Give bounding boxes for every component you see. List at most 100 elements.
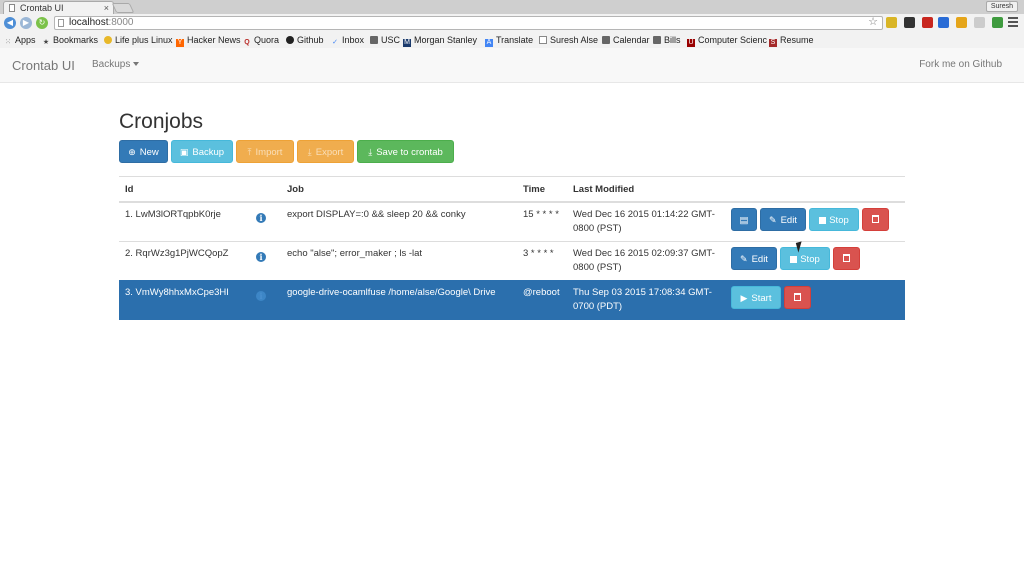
back-icon[interactable]: ◀ <box>4 17 16 29</box>
job-last-modified: Wed Dec 16 2015 01:14:22 GMT-0800 (PST) <box>573 209 715 234</box>
linux-icon <box>104 36 112 44</box>
forward-icon[interactable]: ▶ <box>20 17 32 29</box>
bookmark-bills[interactable]: Bills <box>653 34 681 46</box>
job-time: @reboot <box>523 287 560 298</box>
extension-icon[interactable] <box>938 17 949 28</box>
download-icon: ⤓ <box>307 147 312 157</box>
url-host: localhost <box>69 17 109 28</box>
job-last-modified: Thu Sep 03 2015 17:08:34 GMT-0700 (PDT) <box>573 287 712 312</box>
save-to-crontab-button[interactable]: ⤓ Save to crontab <box>357 140 454 163</box>
stop-icon <box>790 256 798 263</box>
menu-icon[interactable] <box>1008 17 1018 28</box>
plus-circle-icon: ⊕ <box>128 147 136 157</box>
job-command: export DISPLAY=:0 && sleep 20 && conky <box>287 209 466 220</box>
inbox-icon: ✓ <box>332 39 338 46</box>
bookmark-inbox[interactable]: ✓ Inbox <box>331 34 364 46</box>
info-icon[interactable]: i <box>256 213 266 223</box>
table-row-selected[interactable]: 3. VmWy8hhxMxCpe3HI i google-drive-ocaml… <box>119 280 905 320</box>
play-icon: ▶ <box>740 293 748 303</box>
extension-icon[interactable] <box>922 17 933 28</box>
usc-icon: U <box>687 39 695 47</box>
page-title: Cronjobs <box>119 110 204 133</box>
fork-on-github-link[interactable]: Fork me on Github <box>919 59 1002 70</box>
bookmark-usc[interactable]: USC <box>370 34 400 46</box>
apps-grid-icon: ⁙ <box>5 39 11 46</box>
github-icon <box>286 36 294 44</box>
bookmark-suresh-alse[interactable]: Suresh Alse <box>539 34 598 46</box>
bookmark-translate[interactable]: A Translate <box>485 34 533 47</box>
job-id: 3. VmWy8hhxMxCpe3HI <box>125 287 229 298</box>
backup-button[interactable]: ▣ Backup <box>171 140 233 163</box>
trash-icon <box>843 254 850 262</box>
hacker-news-icon: Y <box>176 39 184 47</box>
bookmark-calendar[interactable]: Calendar <box>602 34 650 46</box>
stop-button[interactable]: Stop <box>809 208 859 231</box>
stop-button[interactable]: Stop <box>780 247 830 270</box>
trash-icon <box>794 293 801 301</box>
export-button[interactable]: ⤓ Export <box>297 140 354 163</box>
edit-icon: ✎ <box>740 254 748 264</box>
caret-down-icon <box>133 62 140 66</box>
app-navbar: Crontab UI Backups Fork me on Github <box>0 48 1024 83</box>
brand-link[interactable]: Crontab UI <box>12 58 75 73</box>
browser-tab[interactable]: Crontab UI × <box>3 1 114 14</box>
header-job: Job <box>287 184 304 195</box>
info-icon[interactable]: i <box>256 252 266 262</box>
floppy-icon: ▣ <box>179 147 189 157</box>
extension-icon[interactable] <box>956 17 967 28</box>
trash-icon <box>872 215 879 223</box>
bookmarks-bar: ⁙ Apps ★ Bookmarks Life plus Linux Y Hacker… <box>0 32 1024 48</box>
page-icon <box>9 4 15 12</box>
bookmark-github[interactable]: Github <box>286 34 324 46</box>
delete-button[interactable] <box>833 247 860 270</box>
download-icon: ⤓ <box>368 147 373 157</box>
quora-icon: Q <box>244 39 250 46</box>
bookmark-life-plus-linux[interactable]: Life plus Linux <box>104 34 173 46</box>
extension-icon[interactable] <box>904 17 915 28</box>
edit-button[interactable]: ✎ Edit <box>731 247 777 270</box>
delete-button[interactable] <box>784 286 811 309</box>
star-bookmark-icon: ★ <box>42 39 50 46</box>
table-row[interactable]: 1. LwM3lORTqpbK0rje i export DISPLAY=:0 … <box>119 202 905 242</box>
job-time: 3 * * * * <box>523 248 554 259</box>
backups-dropdown[interactable]: Backups <box>92 59 140 70</box>
star-icon[interactable]: ☆ <box>868 16 878 28</box>
info-icon[interactable]: i <box>256 291 266 301</box>
extension-icon[interactable] <box>974 17 985 28</box>
extension-icon[interactable] <box>886 17 897 28</box>
log-button[interactable]: ▤ <box>731 208 757 231</box>
page-icon <box>58 19 64 27</box>
close-tab-icon[interactable]: × <box>104 2 109 14</box>
bookmark-bookmarks[interactable]: ★ Bookmarks <box>42 34 98 46</box>
delete-button[interactable] <box>862 208 889 231</box>
reload-icon[interactable]: ↻ <box>36 17 48 29</box>
table-row[interactable]: 2. RqrWz3g1PjWCQopZ i echo "alse"; error… <box>119 241 905 281</box>
job-time: 15 * * * * <box>523 209 559 220</box>
import-button[interactable]: ⤒ Import <box>236 140 294 163</box>
stop-icon <box>819 217 827 224</box>
edit-icon: ✎ <box>769 215 777 225</box>
extension-icon[interactable] <box>992 17 1003 28</box>
job-id: 2. RqrWz3g1PjWCQopZ <box>125 248 229 259</box>
bookmark-computer-science[interactable]: U Computer Scienc <box>687 34 767 47</box>
folder-icon <box>653 36 661 44</box>
job-id: 1. LwM3lORTqpbK0rje <box>125 209 221 220</box>
translate-icon: A <box>485 39 493 47</box>
profile-button[interactable]: Suresh <box>985 1 1018 12</box>
job-command: google-drive-ocamlfuse /home/alse/Google… <box>287 287 496 298</box>
bookmark-hacker-news[interactable]: Y Hacker News <box>176 34 241 47</box>
start-button[interactable]: ▶ Start <box>731 286 781 309</box>
tab-title: Crontab UI <box>20 3 64 13</box>
page-icon <box>539 36 547 44</box>
bookmark-apps[interactable]: ⁙ Apps <box>4 34 35 46</box>
folder-icon <box>370 36 378 44</box>
job-command: echo "alse"; error_maker ; ls -lat <box>287 248 423 259</box>
new-button[interactable]: ⊕ New <box>119 140 168 163</box>
new-tab-button[interactable] <box>111 3 135 13</box>
bookmark-quora[interactable]: Q Quora <box>243 34 279 46</box>
bookmark-resume[interactable]: S Resume <box>769 34 814 47</box>
bookmark-morgan-stanley[interactable]: M Morgan Stanley <box>403 34 477 47</box>
edit-button[interactable]: ✎ Edit <box>760 208 806 231</box>
address-bar[interactable]: localhost:8000 ☆ <box>54 16 883 30</box>
resume-icon: S <box>769 39 777 47</box>
